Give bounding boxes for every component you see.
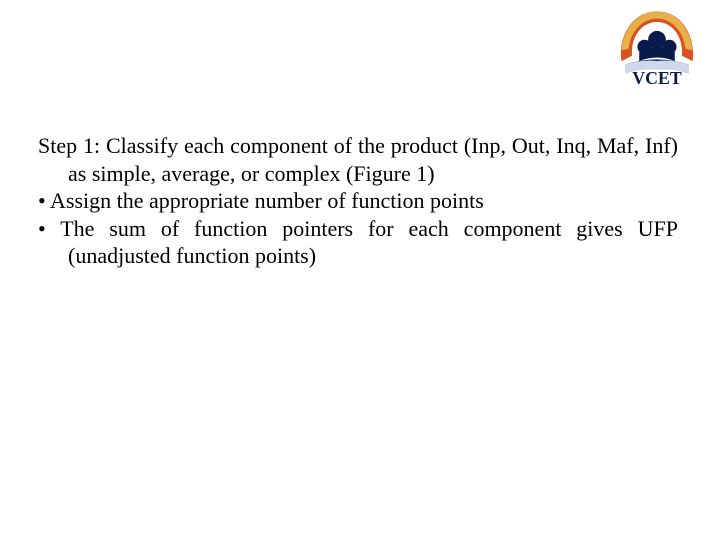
slide-body: Step 1: Classify each component of the p… [38,132,678,270]
bullet-item: Assign the appropriate number of functio… [38,187,678,215]
bullet-list: Assign the appropriate number of functio… [38,187,678,270]
bullet-item: The sum of function pointers for each co… [38,215,678,270]
slide: VCET Step 1: Classify each component of … [0,0,720,540]
vcet-logo: VCET [612,6,702,86]
logo-text: VCET [632,68,682,86]
step-1-text: Step 1: Classify each component of the p… [38,132,678,187]
